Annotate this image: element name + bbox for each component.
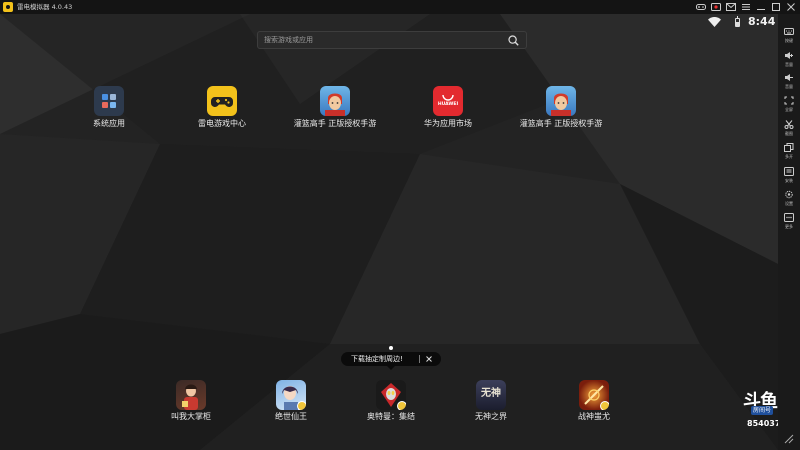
dock-label: 战神蚩尤 (578, 412, 610, 421)
minimize-icon[interactable] (756, 3, 766, 12)
dock-label: 无神之界 (475, 412, 507, 421)
game-icon (579, 380, 609, 410)
sidebar-item-keyboard[interactable]: 按键 (778, 26, 800, 48)
badge-icon (600, 401, 609, 410)
gamepad-icon[interactable] (696, 3, 706, 12)
window-title: 雷电模拟器 4.0.43 (17, 3, 73, 11)
app-system-apps[interactable]: 系统应用 (57, 86, 161, 132)
dock-label: 奥特曼：集结 (367, 412, 415, 421)
sidebar-label: 音量 (785, 62, 793, 67)
promo-tooltip[interactable]: 下载抽定制周边! (341, 352, 441, 370)
search-bar[interactable] (257, 31, 527, 49)
dock-app[interactable]: 无神 无神之界 (446, 380, 536, 424)
fullscreen-icon (784, 96, 794, 105)
scissors-icon (784, 120, 794, 129)
more-icon (784, 213, 794, 222)
maximize-icon[interactable] (771, 3, 781, 12)
battery-icon (735, 16, 740, 27)
dock-icon-text: 无神 (481, 388, 501, 399)
game-center-icon (207, 86, 237, 116)
keyboard-icon (784, 28, 794, 35)
ldplayer-logo-icon (3, 2, 13, 12)
sidebar-label: 更多 (785, 224, 793, 229)
sidebar-label: 按键 (785, 38, 793, 43)
install-icon (784, 167, 794, 176)
game-icon (176, 380, 206, 410)
dock-app[interactable]: 叫我大掌柜 (146, 380, 236, 424)
search-input[interactable] (264, 32, 504, 48)
badge-icon (397, 401, 406, 410)
app-game-center[interactable]: 雷电游戏中心 (170, 86, 274, 132)
menu-icon[interactable] (741, 3, 751, 12)
huawei-appgallery-icon: HUAWEI (433, 86, 463, 116)
dock-app[interactable]: 战神蚩尤 (549, 380, 639, 424)
sidebar-label: 安装 (785, 178, 793, 183)
dock-label: 叫我大掌柜 (171, 412, 211, 421)
search-icon[interactable] (508, 35, 519, 46)
tooltip-text: 下载抽定制周边! (351, 355, 403, 363)
slam-dunk-icon (546, 86, 576, 116)
wifi-icon (708, 17, 721, 27)
emulator-window: 雷电模拟器 4.0.43 8:44 搜索游戏或应用 系统应用 雷电游戏中心 灌篮… (0, 0, 800, 450)
room-label: 房间号 (751, 406, 774, 415)
dock-app[interactable]: 绝世仙王 (246, 380, 336, 424)
app-label: 灌篮高手 正版授权手游 (293, 119, 377, 128)
close-icon[interactable] (425, 355, 433, 363)
emulator-sidebar: 按键 音量 音量 全屏 截图 多开 安装 设置 更多 (778, 14, 800, 450)
app-label: 灌篮高手 正版授权手游 (519, 119, 603, 128)
window-controls (696, 0, 796, 14)
huawei-icon-text: HUAWEI (437, 102, 459, 107)
game-icon (276, 380, 306, 410)
mail-icon[interactable] (726, 3, 736, 12)
multi-instance-icon (784, 143, 794, 152)
gear-icon (785, 190, 793, 199)
game-icon (376, 380, 406, 410)
app-label: 系统应用 (93, 119, 125, 128)
app-label: 华为应用市场 (424, 119, 472, 128)
android-status-bar: 8:44 (690, 14, 778, 30)
app-label: 雷电游戏中心 (198, 119, 246, 128)
sidebar-label: 全屏 (785, 107, 793, 112)
sidebar-item-install[interactable]: 安装 (778, 166, 800, 188)
tooltip-divider (419, 355, 420, 363)
app-slam-dunk[interactable]: 灌篮高手 正版授权手游 (283, 86, 387, 132)
sidebar-item-more[interactable]: 更多 (778, 212, 800, 234)
sidebar-label: 多开 (785, 154, 793, 159)
status-clock: 8:44 (748, 15, 776, 28)
app-slam-dunk-2[interactable]: 灌篮高手 正版授权手游 (509, 86, 613, 132)
sidebar-label: 截图 (785, 131, 793, 136)
sidebar-item-volume-down[interactable]: 音量 (778, 72, 800, 94)
dock-app[interactable]: 奥特曼：集结 (346, 380, 436, 424)
dock-label: 绝世仙王 (275, 412, 307, 421)
sidebar-item-screenshot[interactable]: 截图 (778, 119, 800, 141)
sidebar-item-volume-up[interactable]: 音量 (778, 50, 800, 72)
app-huawei-appgallery[interactable]: HUAWEI 华为应用市场 (396, 86, 500, 132)
slam-dunk-icon (320, 86, 350, 116)
system-apps-icon (94, 86, 124, 116)
page-indicator-dot[interactable] (389, 346, 393, 350)
game-icon: 无神 (476, 380, 506, 410)
douyu-watermark: 斗鱼 房间号 8540371 (743, 392, 786, 440)
badge-icon (297, 401, 306, 410)
screen-record-icon[interactable] (711, 3, 721, 12)
title-bar[interactable]: 雷电模拟器 4.0.43 (0, 0, 800, 14)
sidebar-item-fullscreen[interactable]: 全屏 (778, 95, 800, 117)
volume-up-icon (785, 52, 793, 59)
volume-down-icon (785, 74, 793, 81)
resize-handle-icon[interactable] (784, 434, 794, 444)
sidebar-item-settings[interactable]: 设置 (778, 189, 800, 211)
close-icon[interactable] (786, 3, 796, 12)
sidebar-label: 设置 (785, 201, 793, 206)
sidebar-label: 音量 (785, 84, 793, 89)
sidebar-item-multi[interactable]: 多开 (778, 142, 800, 164)
